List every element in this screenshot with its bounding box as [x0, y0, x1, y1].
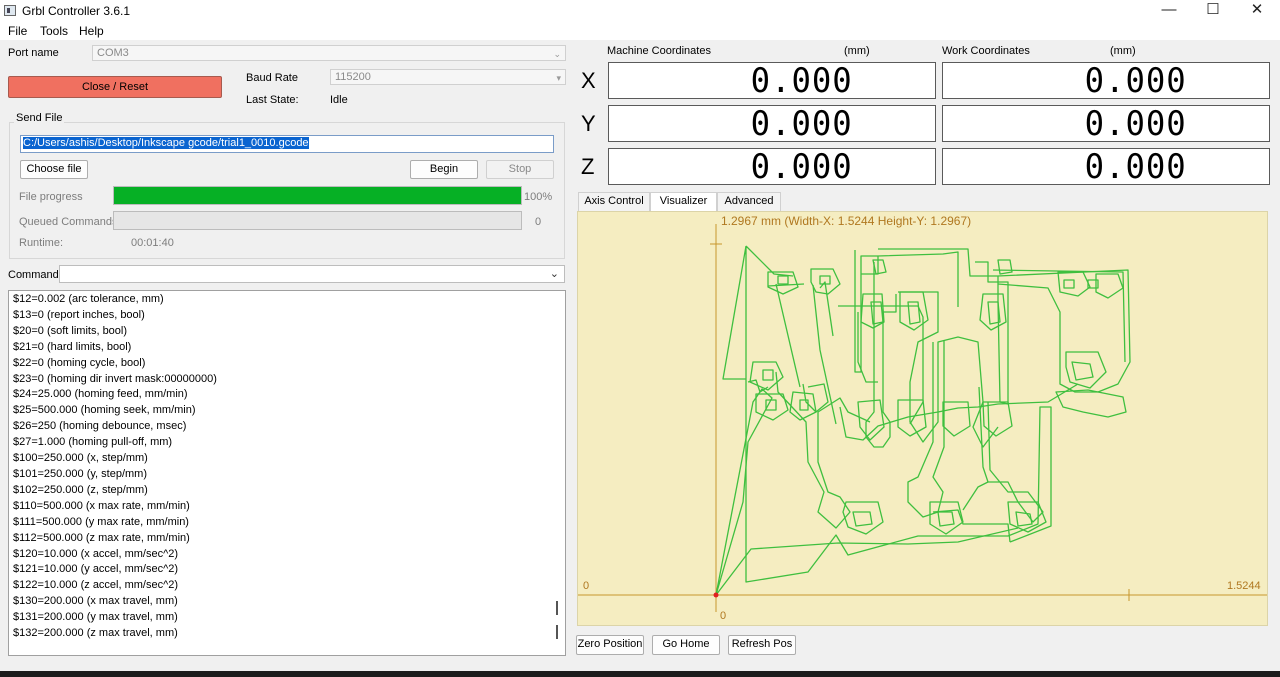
console-line: $121=10.000 (y accel, mm/sec^2): [13, 563, 179, 576]
last-state-label: Last State:: [246, 94, 299, 106]
scrollbar-grip[interactable]: [556, 625, 558, 639]
app-icon: [4, 5, 16, 16]
machine-z-display: 0.000: [608, 147, 936, 187]
console-line: $120=10.000 (x accel, mm/sec^2): [13, 547, 179, 560]
file-progress-bar: [113, 186, 522, 205]
axis-z-letter: Z: [581, 154, 595, 179]
zero-position-button[interactable]: Zero Position: [576, 635, 644, 655]
title-bar: Grbl Controller 3.6.1 — ☐ ✕: [0, 0, 1280, 22]
console-line: $22=0 (homing cycle, bool): [13, 356, 146, 369]
refresh-pos-button[interactable]: Refresh Pos: [728, 635, 796, 655]
menu-help[interactable]: Help: [79, 24, 104, 38]
machine-z-value: 0.000: [750, 147, 853, 187]
console-line: $111=500.000 (y max rate, mm/min): [13, 515, 189, 528]
go-home-button[interactable]: Go Home: [652, 635, 720, 655]
console-line: $112=500.000 (z max rate, mm/min): [13, 531, 190, 544]
port-name-combo[interactable]: COM3 ⌄: [92, 45, 566, 61]
toolpath-drawing: [578, 224, 1267, 612]
console-line: $110=500.000 (x max rate, mm/min): [13, 499, 190, 512]
chevron-down-icon: ⌄: [553, 49, 561, 59]
visualizer-header: 1.2967 mm (Width-X: 1.5244 Height-Y: 1.2…: [721, 214, 972, 228]
close-window-button[interactable]: ✕: [1237, 0, 1277, 22]
console-output[interactable]: $12=0.002 (arc tolerance, mm) $13=0 (repo…: [8, 290, 566, 656]
tab-visualizer[interactable]: Visualizer: [650, 192, 717, 211]
tab-axis-control[interactable]: Axis Control: [578, 192, 650, 211]
console-line: $20=0 (soft limits, bool): [13, 324, 128, 337]
runtime-label: Runtime:: [19, 237, 64, 249]
axis-y-letter: Y: [581, 111, 596, 136]
file-path-text: C:/Users/ashis/Desktop/Inkscape gcode/tr…: [23, 137, 309, 149]
queued-commands-value: 0: [535, 216, 542, 228]
runtime-value: 00:01:40: [131, 237, 174, 249]
last-state-value: Idle: [330, 94, 348, 106]
work-x-display: 0.000: [942, 61, 1270, 101]
file-progress-percent: 100%: [524, 191, 553, 203]
maximize-button[interactable]: ☐: [1193, 0, 1233, 22]
baud-rate-combo[interactable]: 115200 ▾: [330, 69, 566, 85]
axis-x-letter: X: [581, 68, 596, 93]
queued-commands-bar: [113, 211, 522, 230]
console-line: $26=250 (homing debounce, msec): [13, 420, 187, 433]
toolpath: [715, 245, 1131, 596]
console-line: $13=0 (report inches, bool): [13, 308, 145, 321]
tab-advanced[interactable]: Advanced: [717, 192, 781, 211]
close-reset-button[interactable]: Close / Reset: [8, 76, 222, 98]
port-name-value: COM3: [97, 47, 129, 59]
console-line: $23=0 (homing dir invert mask:00000000): [13, 372, 217, 385]
work-x-value: 0.000: [1084, 61, 1187, 101]
y-axis-origin-label: 0: [720, 610, 727, 622]
choose-file-button[interactable]: Choose file: [20, 160, 88, 179]
file-progress-label: File progress: [19, 191, 83, 203]
console-lines: $12=0.002 (arc tolerance, mm) $13=0 (repo…: [13, 292, 217, 642]
taskbar-edge: [0, 671, 1280, 677]
x-axis-origin-label: 0: [583, 580, 590, 592]
machine-unit-label: (mm): [844, 45, 870, 57]
work-coordinates-label: Work Coordinates: [942, 45, 1030, 57]
menu-tools[interactable]: Tools: [40, 24, 68, 38]
machine-y-value: 0.000: [750, 104, 853, 144]
console-line: $25=500.000 (homing seek, mm/min): [13, 404, 196, 417]
console-line: $131=200.000 (y max travel, mm): [13, 611, 178, 624]
work-y-value: 0.000: [1084, 104, 1187, 144]
work-unit-label: (mm): [1110, 45, 1136, 57]
work-z-display: 0.000: [942, 147, 1270, 187]
machine-x-display: 0.000: [608, 61, 936, 101]
menu-bar: File Tools Help: [0, 22, 1280, 40]
minimize-button[interactable]: —: [1149, 0, 1189, 22]
machine-coordinates-label: Machine Coordinates: [607, 45, 711, 57]
queued-commands-label: Queued Commands: [19, 216, 118, 228]
console-line: $122=10.000 (z accel, mm/sec^2): [13, 579, 179, 592]
console-line: $24=25.000 (homing feed, mm/min): [13, 388, 188, 401]
baud-rate-label: Baud Rate: [246, 72, 298, 84]
x-axis-max-label: 1.5244: [1227, 580, 1261, 592]
visualizer-canvas[interactable]: 1.2967 mm (Width-X: 1.5244 Height-Y: 1.2…: [577, 211, 1268, 626]
work-z-value: 0.000: [1084, 147, 1187, 187]
file-path-input[interactable]: C:/Users/ashis/Desktop/Inkscape gcode/tr…: [20, 135, 554, 153]
begin-button[interactable]: Begin: [410, 160, 478, 179]
machine-y-display: 0.000: [608, 104, 936, 144]
file-progress-fill: [114, 187, 521, 204]
console-line: $101=250.000 (y, step/mm): [13, 467, 148, 480]
console-line: $27=1.000 (homing pull-off, mm): [13, 436, 173, 449]
send-file-legend: Send File: [14, 112, 65, 124]
baud-rate-value: 115200: [335, 71, 371, 83]
console-line: $132=200.000 (z max travel, mm): [13, 627, 178, 640]
command-label: Command: [8, 269, 59, 281]
console-line: $21=0 (hard limits, bool): [13, 340, 132, 353]
console-line: $100=250.000 (x, step/mm): [13, 452, 148, 465]
stop-button[interactable]: Stop: [486, 160, 554, 179]
command-input[interactable]: ⌄: [59, 265, 565, 283]
machine-x-value: 0.000: [750, 61, 853, 101]
port-name-label: Port name: [8, 47, 59, 59]
menu-file[interactable]: File: [8, 24, 27, 38]
console-line: $130=200.000 (x max travel, mm): [13, 595, 178, 608]
chevron-down-icon: ▾: [556, 73, 561, 83]
window-title: Grbl Controller 3.6.1: [22, 4, 131, 18]
chevron-down-icon[interactable]: ⌄: [550, 267, 559, 280]
console-line: $12=0.002 (arc tolerance, mm): [13, 293, 164, 305]
console-line: $102=250.000 (z, step/mm): [13, 483, 148, 496]
work-y-display: 0.000: [942, 104, 1270, 144]
origin-marker: [713, 592, 719, 598]
scrollbar-grip[interactable]: [556, 601, 558, 615]
